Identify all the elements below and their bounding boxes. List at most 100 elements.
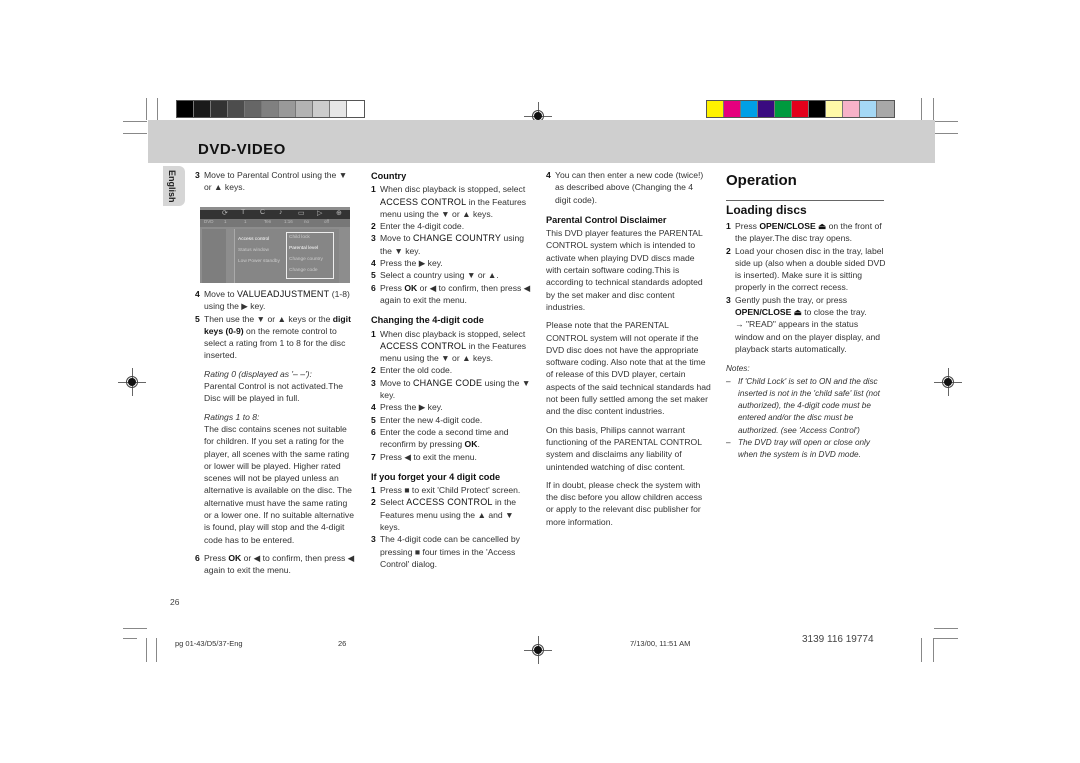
osd-toolbar-icon: ▭ — [298, 210, 305, 217]
step-item: 5 Then use the ▼ or ▲ keys or the digit k… — [195, 313, 357, 362]
step-item: 4 Move to VALUEADJUSTMENT (1-8) using the… — [195, 288, 357, 313]
footer-product-code: 3139 116 19774 — [802, 634, 874, 645]
step-number: 4 — [371, 258, 376, 269]
step-text-part: Select — [380, 497, 407, 508]
step-number: 5 — [195, 313, 200, 324]
step-number: 2 — [371, 365, 376, 376]
disclaimer-paragraph: If in doubt, please check the system wit… — [546, 479, 703, 527]
key-name: OPEN/CLOSE ⏏ — [735, 307, 802, 318]
step-text-part: Move to — [380, 377, 413, 388]
step-item: 3 The 4-digit code can be cancelled by pr… — [371, 533, 534, 570]
color-swatch — [775, 101, 792, 117]
color-swatch — [809, 101, 826, 117]
color-swatch — [860, 101, 877, 117]
crop-mark — [933, 98, 934, 120]
disclaimer-heading: Parental Control Disclaimer — [546, 214, 667, 225]
step-item: 6 Press OK or ◀ to confirm, then press ◀ … — [195, 552, 357, 577]
step-item: 4 Press the ▶ key. — [371, 257, 534, 269]
crop-mark — [921, 638, 922, 662]
step-text-part: When disc playback is stopped, select — [380, 184, 526, 195]
crop-mark — [123, 638, 137, 639]
step-text-part: to close the tray. — [801, 307, 867, 318]
color-swatch — [296, 101, 313, 117]
step-text-part: Select a country using ▼ or ▲. — [380, 270, 499, 281]
step-number: 5 — [371, 414, 376, 425]
color-swatch — [792, 101, 809, 117]
step-text: Enter the new 4-digit code. — [380, 414, 534, 426]
note-text: The DVD tray will open or close only whe… — [738, 438, 870, 460]
color-swatch — [262, 101, 279, 117]
step-number: 1 — [371, 485, 376, 496]
step-item: 2 Enter the 4-digit code. — [371, 220, 534, 232]
key-name: OK — [228, 552, 242, 563]
crop-mark — [156, 638, 157, 662]
step-item: 5 Select a country using ▼ or ▲. — [371, 269, 534, 281]
result-text: → "READ" appears in the status window an… — [735, 319, 881, 354]
step-text: Move to CHANGE CODE using the ▼ key. — [380, 377, 534, 402]
step-text: Press ■ to exit 'Child Protect' screen. — [380, 484, 534, 496]
osd-submenu-item: Change country — [289, 257, 323, 262]
note-item: – The DVD tray will open or close only wh… — [726, 437, 886, 462]
color-swatch — [741, 101, 758, 117]
osd-toolbar-icon: ♪ — [279, 209, 283, 216]
crop-mark — [933, 638, 934, 662]
step-text: Press the ▶ key. — [380, 401, 534, 413]
key-name: OPEN/CLOSE ⏏ — [759, 221, 827, 231]
color-swatch — [330, 101, 347, 117]
step-text-part: Move to — [204, 289, 237, 299]
osd-toolbar-value: 1 — [224, 219, 227, 224]
step-text: Press ◀ to exit the menu. — [380, 451, 534, 463]
step-text: Select ACCESS CONTROL in the Features me… — [380, 496, 534, 533]
step-text-part: Press the ▶ key. — [380, 258, 443, 269]
osd-toolbar-icon: ▷ — [317, 210, 323, 217]
step-number: 2 — [371, 497, 376, 508]
crop-mark — [146, 98, 147, 120]
step-item: 6 Enter the code a second time and reconf… — [371, 426, 534, 451]
divider — [726, 200, 884, 201]
step-text-part: Enter the old code. — [380, 365, 453, 376]
osd-toolbar-icon: ⟳ — [222, 210, 228, 217]
crop-mark — [123, 121, 147, 122]
step-item: 4 Press the ▶ key. — [371, 401, 534, 413]
step-item: 5 Enter the new 4-digit code. — [371, 414, 534, 426]
step-item: 1 When disc playback is stopped, select A… — [371, 183, 534, 220]
crop-mark — [157, 98, 158, 120]
step-text-part: Enter the new 4-digit code. — [380, 414, 483, 425]
step-number: 3 — [726, 294, 731, 305]
step-item: 1 When disc playback is stopped, select A… — [371, 328, 534, 365]
step-text-part: Move to — [380, 233, 413, 244]
step-text-part: The 4-digit code can be cancelled by pre… — [380, 534, 520, 569]
key-name: ACCESS CONTROL — [406, 497, 493, 508]
color-swatch — [177, 101, 194, 117]
language-tab: English — [163, 166, 185, 206]
color-swatch — [826, 101, 843, 117]
osd-submenu-item: Child lock — [289, 235, 310, 240]
rating-0-label: Rating 0 (displayed as '– –'): — [204, 368, 312, 379]
osd-toolbar-value: 1 — [244, 219, 247, 224]
step-text: Enter the old code. — [380, 364, 534, 376]
operation-title: Operation — [726, 172, 797, 189]
step-item: 7 Press ◀ to exit the menu. — [371, 451, 534, 463]
disclaimer-paragraph: This DVD player features the PARENTAL CO… — [546, 228, 703, 312]
crop-mark — [934, 628, 958, 629]
color-calibration-bar — [706, 100, 895, 118]
step-number: 5 — [371, 270, 376, 281]
step-number: 2 — [371, 221, 376, 232]
color-swatch — [279, 101, 296, 117]
column-4: 1 Press OPEN/CLOSE ⏏ on the front of the … — [726, 220, 886, 462]
step-text: Press OPEN/CLOSE ⏏ on the front of the p… — [735, 220, 886, 245]
ratings-text: The disc contains scenes not suitable fo… — [204, 423, 355, 545]
step-text: Move to CHANGE COUNTRY using the ▼ key. — [380, 232, 534, 257]
step-text: Load your chosen disc in the tray, label… — [735, 245, 886, 294]
step-text: Select a country using ▼ or ▲. — [380, 269, 534, 281]
osd-submenu-item: Change code — [289, 268, 318, 273]
step-item: 3 Move to Parental Control using the ▼ or… — [195, 169, 355, 194]
loading-discs-heading: Loading discs — [726, 203, 807, 217]
footer-page: 26 — [338, 639, 347, 648]
step-text: When disc playback is stopped, select AC… — [380, 328, 534, 365]
step-text: Gently push the tray, or press OPEN/CLOS… — [735, 294, 886, 319]
osd-toolbar-icon: ⊕ — [336, 210, 342, 217]
step-text: Press OK or ◀ to confirm, then press ◀ a… — [380, 282, 534, 307]
color-swatch — [228, 101, 245, 117]
disclaimer-paragraph: On this basis, Philips cannot warrant fu… — [546, 424, 702, 472]
